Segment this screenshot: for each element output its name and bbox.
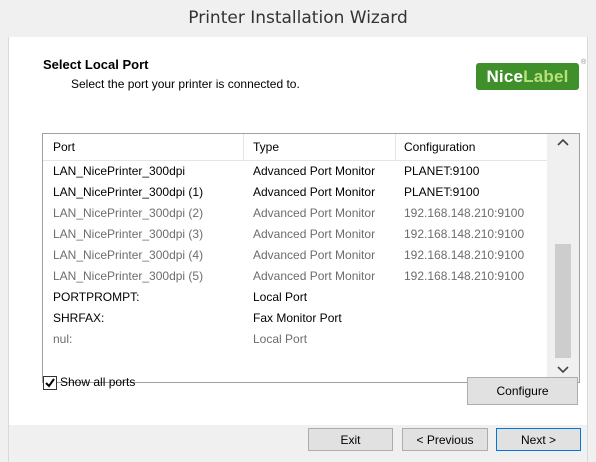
port-name-cell: LAN_NicePrinter_300dpi (1)	[53, 185, 204, 199]
port-type-cell: Advanced Port Monitor	[253, 206, 376, 220]
table-row[interactable]: SHRFAX: Fax Monitor Port	[43, 308, 547, 329]
vertical-scrollbar[interactable]	[547, 134, 579, 382]
column-separator	[395, 134, 396, 160]
checkmark-icon	[45, 378, 55, 388]
port-list[interactable]: Port Type Configuration LAN_NicePrinter_…	[42, 133, 580, 383]
table-row[interactable]: LAN_NicePrinter_300dpi (4) Advanced Port …	[43, 245, 547, 266]
port-list-header: Port Type Configuration	[43, 134, 547, 161]
port-config-cell: 192.168.148.210:9100	[404, 227, 525, 241]
port-config-cell: 192.168.148.210:9100	[404, 206, 525, 220]
page-title: Select Local Port	[43, 57, 149, 72]
logo-text-label: Label	[523, 67, 569, 86]
port-type-cell: Fax Monitor Port	[253, 311, 342, 325]
port-name-cell: LAN_NicePrinter_300dpi (4)	[53, 248, 204, 262]
window-title: Printer Installation Wizard	[0, 0, 596, 37]
port-type-cell: Advanced Port Monitor	[253, 248, 376, 262]
port-type-cell: Local Port	[253, 290, 308, 304]
chevron-up-icon[interactable]	[547, 134, 579, 154]
previous-button[interactable]: < Previous	[402, 428, 488, 451]
scrollbar-thumb[interactable]	[555, 244, 571, 358]
table-row[interactable]: LAN_NicePrinter_300dpi (3) Advanced Port …	[43, 224, 547, 245]
port-config-cell: PLANET:9100	[404, 185, 480, 199]
table-row[interactable]: PORTPROMPT: Local Port	[43, 287, 547, 308]
exit-button[interactable]: Exit	[308, 428, 393, 451]
logo-text-nice: Nice	[486, 67, 524, 86]
next-button[interactable]: Next >	[496, 428, 581, 451]
port-name-cell: PORTPROMPT:	[53, 290, 140, 304]
port-type-cell: Local Port	[253, 332, 308, 346]
column-header-type[interactable]: Type	[253, 134, 279, 160]
show-all-ports-label[interactable]: Show all ports	[60, 373, 135, 391]
wizard-content-panel: Select Local Port Select the port your p…	[9, 37, 587, 425]
port-name-cell: SHRFAX:	[53, 311, 105, 325]
show-all-ports-checkbox[interactable]	[43, 376, 57, 390]
table-row[interactable]: LAN_NicePrinter_300dpi (5) Advanced Port …	[43, 266, 547, 287]
table-row[interactable]: LAN_NicePrinter_300dpi (1) Advanced Port …	[43, 182, 547, 203]
logo-registered-mark: ®	[581, 59, 587, 66]
port-name-cell: nul:	[53, 332, 73, 346]
column-header-port[interactable]: Port	[53, 134, 75, 160]
port-name-cell: LAN_NicePrinter_300dpi (2)	[53, 206, 204, 220]
configure-button[interactable]: Configure	[467, 377, 578, 405]
port-config-cell: 192.168.148.210:9100	[404, 269, 525, 283]
column-separator	[243, 134, 244, 160]
port-name-cell: LAN_NicePrinter_300dpi	[53, 164, 186, 178]
port-name-cell: LAN_NicePrinter_300dpi (5)	[53, 269, 204, 283]
column-header-configuration[interactable]: Configuration	[404, 134, 475, 160]
table-row[interactable]: nul: Local Port	[43, 329, 547, 350]
port-config-cell: 192.168.148.210:9100	[404, 248, 525, 262]
page-subtitle: Select the port your printer is connecte…	[71, 77, 300, 91]
port-type-cell: Advanced Port Monitor	[253, 227, 376, 241]
nicelabel-logo: NiceLabel	[476, 63, 579, 90]
port-config-cell: PLANET:9100	[404, 164, 480, 178]
table-row[interactable]: LAN_NicePrinter_300dpi Advanced Port Moni…	[43, 161, 547, 182]
port-type-cell: Advanced Port Monitor	[253, 185, 376, 199]
port-name-cell: LAN_NicePrinter_300dpi (3)	[53, 227, 204, 241]
table-row[interactable]: LAN_NicePrinter_300dpi (2) Advanced Port …	[43, 203, 547, 224]
port-type-cell: Advanced Port Monitor	[253, 269, 376, 283]
window-border-right	[587, 37, 588, 462]
port-type-cell: Advanced Port Monitor	[253, 164, 376, 178]
